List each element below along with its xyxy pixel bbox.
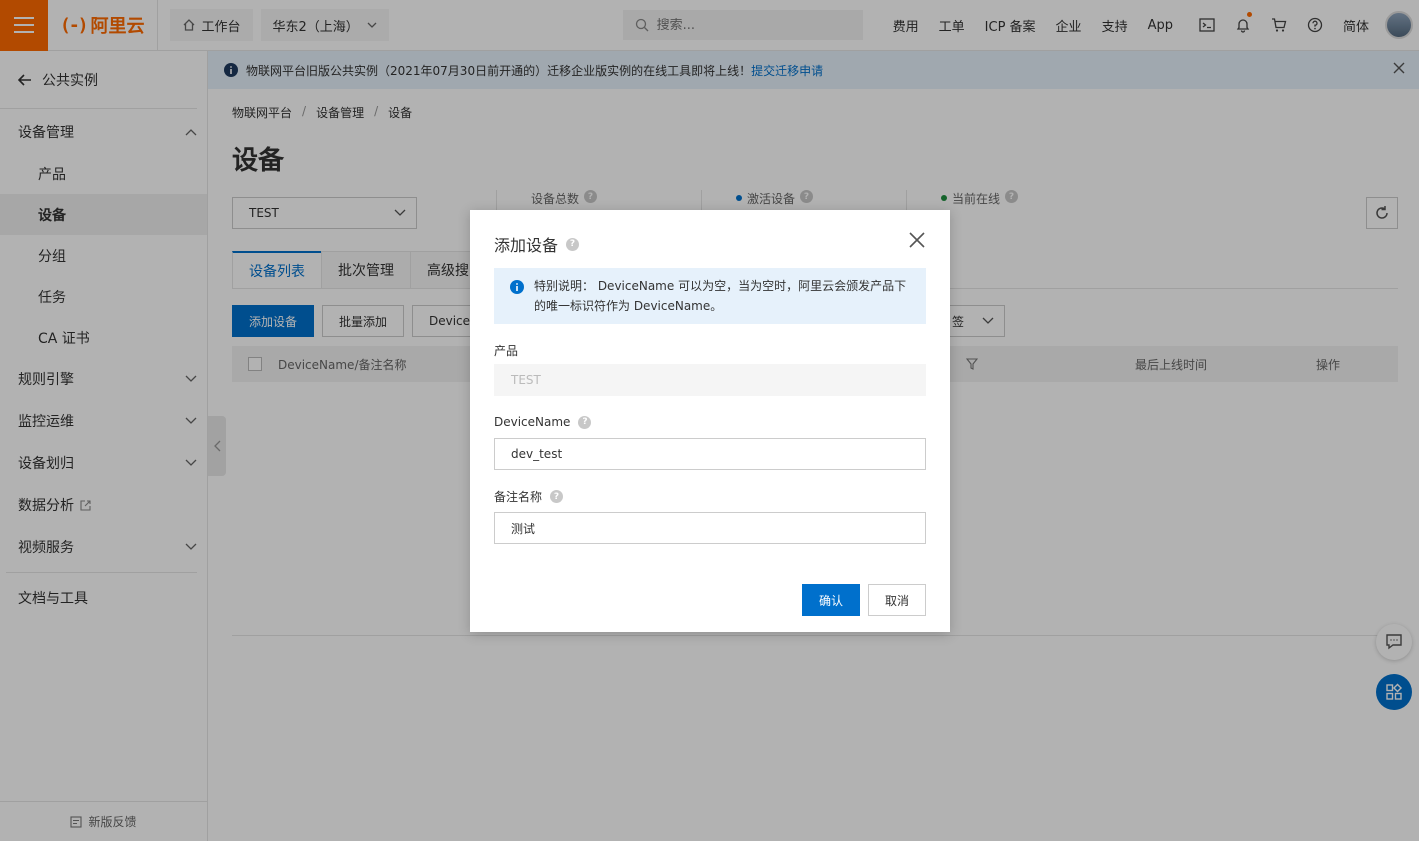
devicename-input[interactable]: dev_test bbox=[494, 438, 926, 470]
help-icon[interactable]: ? bbox=[550, 490, 564, 503]
product-label-text: 产品 bbox=[494, 344, 519, 358]
add-device-dialog: 添加设备 ? 特别说明： DeviceName 可以为空，当为空时，阿里云会颁发… bbox=[470, 210, 950, 632]
remark-label-text: 备注名称 bbox=[494, 490, 543, 504]
dialog-title: 添加设备 ? bbox=[494, 232, 580, 256]
product-field: TEST bbox=[494, 364, 926, 396]
product-label: 产品 bbox=[494, 342, 518, 359]
help-icon[interactable]: ? bbox=[566, 237, 580, 251]
devicename-label: DeviceName ? bbox=[494, 415, 592, 429]
close-icon[interactable] bbox=[908, 231, 926, 249]
help-icon[interactable]: ? bbox=[578, 415, 592, 429]
cancel-button[interactable]: 取消 bbox=[868, 584, 926, 616]
confirm-button[interactable]: 确认 bbox=[802, 584, 860, 616]
info-icon bbox=[510, 280, 524, 294]
dialog-title-text: 添加设备 bbox=[494, 236, 559, 255]
info-notice: 特别说明： DeviceName 可以为空，当为空时，阿里云会颁发产品下的唯一标… bbox=[494, 268, 926, 324]
devicename-label-text: DeviceName bbox=[494, 415, 571, 429]
remark-input[interactable]: 测试 bbox=[494, 512, 926, 544]
remark-label: 备注名称 ? bbox=[494, 488, 564, 505]
info-notice-text: 特别说明： DeviceName 可以为空，当为空时，阿里云会颁发产品下的唯一标… bbox=[534, 279, 907, 313]
